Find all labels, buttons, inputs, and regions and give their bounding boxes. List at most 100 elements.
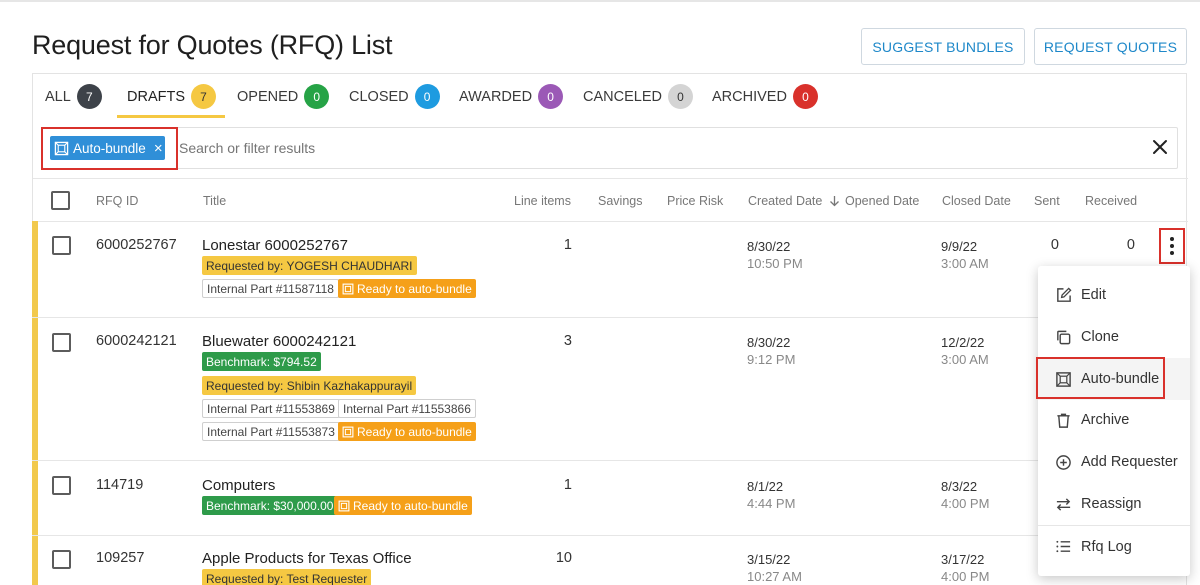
col-rfq-id[interactable]: RFQ ID [96, 194, 138, 208]
col-price-risk[interactable]: Price Risk [667, 194, 723, 208]
created-time: 10:50 PM [747, 256, 803, 271]
tab-label: ARCHIVED [712, 88, 787, 105]
suggest-bundles-button[interactable]: SUGGEST BUNDLES [861, 28, 1025, 65]
created-date: 8/30/22 [747, 335, 791, 350]
kebab-dot [1170, 244, 1174, 248]
page-title: Request for Quotes (RFQ) List [32, 30, 393, 60]
tab-all[interactable]: ALL 7 [45, 74, 102, 119]
rfq-title[interactable]: Computers [202, 477, 275, 494]
rfq-title[interactable]: Apple Products for Texas Office [202, 550, 412, 567]
request-quotes-button[interactable]: REQUEST QUOTES [1034, 28, 1187, 65]
chip-remove-icon[interactable]: × [154, 141, 163, 156]
rfq-title[interactable]: Lonestar 6000252767 [202, 237, 348, 254]
internal-part-tag: Internal Part #11553869 [202, 399, 340, 418]
col-closed-date[interactable]: Closed Date [942, 194, 1011, 208]
tab-opened[interactable]: OPENED 0 [237, 74, 330, 119]
menu-item-archive[interactable]: Archive [1038, 399, 1190, 441]
tab-canceled[interactable]: CANCELED 0 [583, 74, 693, 119]
table-row[interactable]: 6000242121 Bluewater 6000242121 Benchmar… [32, 318, 1187, 461]
table-row[interactable]: 114719 Computers Benchmark: $30,000.00 R… [32, 461, 1187, 536]
col-savings[interactable]: Savings [598, 194, 642, 208]
col-sent[interactable]: Sent [1034, 194, 1060, 208]
received-count: 0 [1126, 237, 1135, 253]
rfq-id[interactable]: 6000252767 [96, 237, 177, 253]
col-title[interactable]: Title [203, 194, 226, 208]
row-checkbox[interactable] [52, 333, 71, 352]
tab-count-badge: 0 [538, 84, 564, 109]
add-circle-icon [1056, 454, 1071, 470]
requested-by-tag: Requested by: Test Requester [202, 569, 372, 585]
menu-item-add-requester[interactable]: Add Requester [1038, 441, 1190, 483]
row-checkbox[interactable] [52, 550, 71, 569]
status-tabs: ALL 7 DRAFTS 7 OPENED 0 CLOSED 0 AWARDED… [33, 74, 1188, 119]
tab-count-badge: 0 [667, 84, 693, 109]
menu-item-clone[interactable]: Clone [1038, 316, 1190, 358]
trash-icon [1057, 413, 1070, 428]
edit-icon [1057, 286, 1072, 302]
auto-bundle-icon [342, 283, 354, 294]
menu-item-label: Rfq Log [1081, 538, 1132, 555]
kebab-dot [1170, 237, 1174, 241]
closed-date: 9/9/22 [941, 239, 978, 254]
col-received[interactable]: Received [1085, 194, 1137, 208]
closed-date: 3/17/22 [941, 552, 985, 567]
table-header: RFQ ID Title Line items Savings Price Ri… [33, 178, 1188, 222]
tab-count-badge: 7 [191, 84, 216, 109]
tab-count-badge: 0 [414, 84, 440, 109]
row-checkbox[interactable] [52, 236, 71, 255]
ready-auto-bundle-tag: Ready to auto-bundle [338, 422, 476, 441]
rfq-id[interactable]: 109257 [96, 550, 144, 566]
rfq-id[interactable]: 114719 [96, 477, 143, 493]
menu-item-label: Clone [1081, 329, 1119, 345]
tab-awarded[interactable]: AWARDED 0 [459, 74, 564, 119]
col-opened-date[interactable]: Opened Date [845, 194, 919, 208]
requested-by-tag: Requested by: YOGESH CHAUDHARI [202, 256, 417, 275]
created-time: 9:12 PM [747, 352, 796, 367]
auto-bundle-icon [54, 141, 69, 155]
created-date: 3/15/22 [747, 552, 791, 567]
table-row[interactable]: 6000252767 Lonestar 6000252767 Requested… [32, 221, 1187, 318]
auto-bundle-filter-chip[interactable]: Auto-bundle × [50, 136, 165, 160]
closed-date: 8/3/22 [941, 479, 978, 494]
tab-archived[interactable]: ARCHIVED 0 [712, 74, 818, 119]
created-time: 4:44 PM [747, 496, 796, 511]
active-tab-indicator [117, 115, 225, 118]
created-time: 10:27 AM [747, 569, 802, 584]
row-actions-kebab-icon[interactable] [1163, 232, 1181, 260]
menu-item-reassign[interactable]: Reassign [1038, 483, 1190, 525]
tab-label: ALL [45, 88, 71, 105]
tab-label: DRAFTS [127, 88, 185, 105]
clear-search-icon[interactable] [1150, 137, 1170, 157]
rfq-title[interactable]: Bluewater 6000242121 [202, 333, 356, 350]
created-date: 8/30/22 [747, 239, 791, 254]
clone-icon [1057, 330, 1071, 344]
col-created-date[interactable]: Created Date [748, 194, 840, 208]
table-row[interactable]: 109257 Apple Products for Texas Office R… [32, 536, 1187, 585]
ready-label: Ready to auto-bundle [357, 281, 472, 296]
menu-item-label: Edit [1081, 287, 1106, 303]
select-all-checkbox[interactable] [51, 191, 70, 210]
menu-item-label: Reassign [1081, 496, 1142, 512]
sent-count: 0 [1050, 237, 1059, 253]
benchmark-tag: Benchmark: $794.52 [202, 352, 321, 371]
top-divider [0, 0, 1200, 2]
col-line-items[interactable]: Line items [514, 194, 571, 208]
line-items: 1 [563, 477, 572, 493]
closed-time: 3:00 AM [941, 256, 989, 271]
swap-arrows-icon [1056, 497, 1071, 511]
closed-time: 3:00 AM [941, 352, 989, 367]
tab-closed[interactable]: CLOSED 0 [349, 74, 440, 119]
tab-drafts[interactable]: DRAFTS 7 [127, 74, 216, 119]
menu-item-label: Add Requester [1081, 454, 1178, 470]
list-icon [1056, 540, 1071, 553]
search-input[interactable] [179, 138, 1079, 158]
menu-item-rfq-log[interactable]: Rfq Log [1038, 525, 1190, 567]
menu-item-edit[interactable]: Edit [1038, 274, 1190, 316]
benchmark-tag: Benchmark: $30,000.00 [202, 496, 338, 515]
auto-bundle-icon [338, 500, 350, 511]
internal-part-tag: Internal Part #11553873 [202, 422, 340, 441]
row-checkbox[interactable] [52, 476, 71, 495]
tab-count-badge: 0 [304, 84, 330, 109]
rfq-id[interactable]: 6000242121 [96, 333, 177, 349]
auto-bundle-icon [342, 426, 354, 437]
